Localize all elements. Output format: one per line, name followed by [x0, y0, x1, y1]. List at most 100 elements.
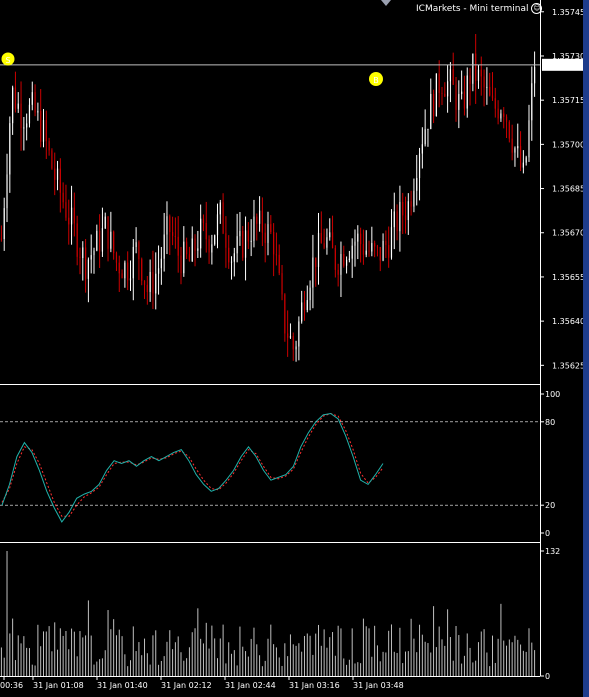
candle-body — [365, 250, 367, 255]
candle-body — [96, 230, 98, 251]
stochastic-main-line — [1, 412, 384, 523]
time-tick-label: 31 Jan 01:08 — [33, 681, 84, 690]
candle-body — [152, 271, 154, 294]
candle-body — [118, 262, 120, 274]
candle-body — [317, 232, 320, 267]
candle-body — [101, 228, 104, 252]
candle-body — [320, 232, 322, 244]
candle-body — [348, 258, 350, 260]
stochastic-tick-label: 0 — [545, 529, 550, 538]
candle-body — [127, 262, 129, 281]
candle-body — [441, 92, 443, 94]
candle-body — [323, 243, 325, 248]
vertical-scrollbar[interactable] — [583, 0, 589, 697]
stochastic-tick-label: 100 — [545, 390, 560, 399]
candle-body — [107, 216, 109, 249]
candle-body — [494, 98, 496, 109]
current-price-label: 1.35727 — [545, 61, 578, 70]
candle-body — [295, 346, 297, 350]
candle-body — [31, 92, 33, 105]
candle-body — [287, 333, 289, 338]
candle-body — [407, 201, 409, 221]
candle-body — [250, 240, 252, 242]
candle-body — [228, 247, 230, 263]
candle-body — [477, 69, 480, 81]
candle-body — [351, 245, 353, 259]
candle-body — [188, 254, 191, 262]
candle-body — [34, 92, 36, 113]
volume-tick-label: 0 — [545, 672, 550, 681]
candle-body — [449, 69, 452, 82]
candle-body — [247, 230, 249, 242]
candle-body — [435, 73, 437, 117]
time-tick-label: 31 Jan 03:48 — [353, 681, 404, 690]
candle-body — [491, 95, 494, 99]
candle-body — [239, 230, 241, 237]
candle-body — [141, 259, 143, 281]
candle-body — [284, 294, 286, 334]
candle-body — [458, 94, 460, 110]
candle-body — [517, 146, 519, 149]
candle-body — [533, 67, 536, 84]
sell-marker: S — [1, 52, 15, 66]
candle-body — [93, 250, 95, 256]
candle-body — [309, 287, 311, 301]
stochastic-tick-label: 20 — [545, 501, 555, 510]
candle-body — [230, 261, 233, 263]
candle-body — [104, 216, 106, 229]
candle-body — [132, 246, 134, 279]
candle-body — [489, 86, 491, 96]
candle-body — [180, 255, 182, 274]
candle-body — [87, 259, 89, 279]
candle-body — [345, 259, 348, 266]
price-tick-label: 1.35670 — [552, 229, 585, 238]
candle-body — [382, 240, 384, 261]
candle-body — [281, 273, 283, 295]
candle-body — [275, 254, 278, 256]
candle-body — [202, 218, 205, 223]
candle-body — [0, 238, 3, 240]
scroll-position-arrow-icon[interactable] — [381, 0, 391, 6]
candle-body — [312, 257, 314, 288]
candle-body — [360, 233, 362, 245]
candle-body — [368, 250, 370, 252]
candle-body — [253, 216, 255, 241]
candle-body — [45, 120, 47, 142]
candle-body — [48, 141, 50, 151]
time-tick-label: 31 Jan 02:12 — [161, 681, 212, 690]
candle-body — [155, 273, 157, 294]
candle-body — [273, 232, 275, 255]
sell-marker-label: S — [5, 56, 10, 65]
time-tick-label: 31 Jan 01:40 — [97, 681, 148, 690]
candle-body — [418, 153, 421, 179]
candle-body — [171, 232, 174, 236]
stochastic-signal-line — [1, 412, 384, 517]
price-tick-label: 1.35700 — [552, 140, 585, 149]
candle-body — [121, 273, 123, 279]
candle-body — [343, 254, 345, 266]
candle-body — [511, 138, 513, 153]
candle-body — [191, 238, 193, 262]
candle-body — [399, 201, 401, 232]
candle-body — [42, 120, 45, 142]
candle-body — [76, 223, 78, 257]
candle-body — [354, 241, 356, 246]
candle-body — [306, 300, 308, 310]
candle-body — [278, 254, 280, 274]
candle-body — [514, 148, 516, 153]
candle-body — [157, 268, 160, 274]
candle-body — [340, 254, 342, 275]
candle-body — [396, 211, 398, 232]
candle-body — [56, 168, 59, 180]
candle-body — [385, 240, 387, 246]
candle-body — [261, 210, 263, 233]
price-tick-label: 1.35715 — [552, 96, 585, 105]
candle-body — [393, 211, 395, 228]
candle-body — [9, 123, 11, 175]
candle-body — [51, 150, 53, 169]
candle-body — [233, 253, 235, 262]
candle-body — [402, 201, 404, 216]
candle-body — [508, 121, 510, 139]
candle-body — [472, 53, 474, 84]
candle-body — [26, 123, 28, 128]
